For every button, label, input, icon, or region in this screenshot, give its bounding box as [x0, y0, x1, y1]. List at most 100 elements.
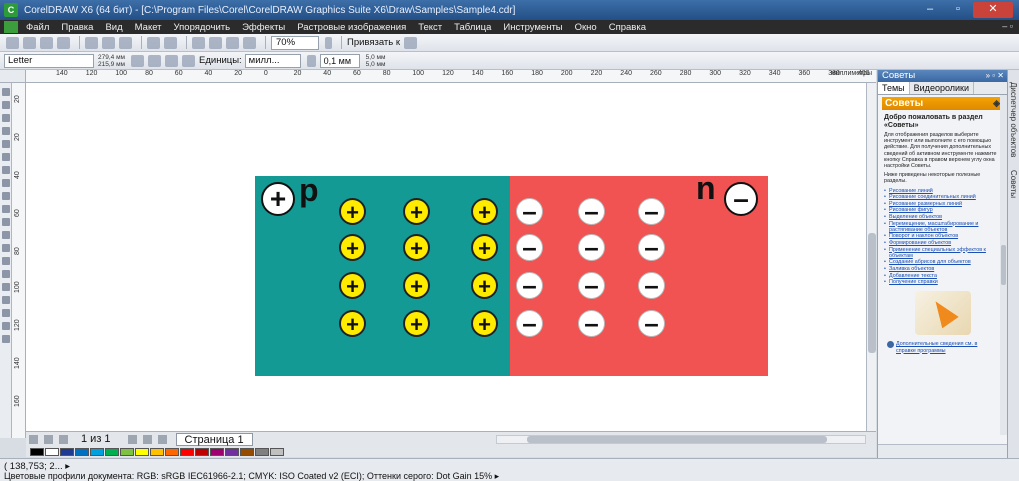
electron-minus-charge[interactable]: –: [578, 198, 605, 225]
crop-tool-icon[interactable]: [2, 114, 10, 122]
smart-fill-tool-icon[interactable]: [2, 153, 10, 161]
maximize-button[interactable]: ▫: [945, 2, 971, 18]
text-tool-icon[interactable]: [2, 218, 10, 226]
tip-link[interactable]: Формирование объектов: [884, 240, 1001, 246]
drawing-canvas[interactable]: + p + + + + + + + + + + + + n – – – – – – – – – – – – –: [26, 83, 876, 431]
welcome-screen-icon[interactable]: [243, 36, 256, 49]
electron-minus-charge[interactable]: –: [638, 234, 665, 261]
horizontal-ruler[interactable]: миллиметры 140 120 100 80 60 40 20 0 20 40 60 80 100…: [26, 70, 876, 83]
more-info-link[interactable]: Дополнительные сведения см. в справке пр…: [884, 341, 1001, 354]
docker-scroll-thumb[interactable]: [1001, 245, 1006, 285]
color-swatch[interactable]: [195, 447, 209, 456]
hole-plus-charge[interactable]: +: [403, 272, 430, 299]
document-window-controls[interactable]: – ▫: [1002, 21, 1013, 31]
color-swatch[interactable]: [225, 447, 239, 456]
page-width-field[interactable]: 279,4 мм: [98, 54, 125, 61]
vertical-scrollbar[interactable]: [866, 83, 876, 431]
table-tool-icon[interactable]: [2, 231, 10, 239]
app-launcher-icon[interactable]: [226, 36, 239, 49]
fill-tool-icon[interactable]: [2, 322, 10, 330]
tip-link[interactable]: Рисование фигур: [884, 207, 1001, 213]
hole-plus-charge[interactable]: +: [403, 310, 430, 337]
more-info-text[interactable]: Дополнительные сведения см. в справке пр…: [896, 341, 977, 353]
color-swatch[interactable]: [255, 447, 269, 456]
menu-bitmaps[interactable]: Растровые изображения: [297, 22, 406, 33]
freehand-tool-icon[interactable]: [2, 140, 10, 148]
tab-topics[interactable]: Темы: [878, 82, 910, 94]
tip-link[interactable]: Рисование линий: [884, 188, 1001, 194]
color-swatch[interactable]: [75, 447, 89, 456]
copy-icon[interactable]: [102, 36, 115, 49]
zoom-tool-icon[interactable]: [2, 127, 10, 135]
hole-plus-charge[interactable]: +: [471, 234, 498, 261]
previous-page-icon[interactable]: [59, 434, 68, 444]
polygon-tool-icon[interactable]: [2, 192, 10, 200]
document-icon[interactable]: [4, 21, 18, 33]
hole-plus-charge[interactable]: +: [339, 310, 366, 337]
menu-table[interactable]: Таблица: [454, 22, 491, 33]
first-page-icon[interactable]: [44, 434, 53, 444]
electron-minus-charge[interactable]: –: [516, 198, 543, 225]
menu-arrange[interactable]: Упорядочить: [174, 22, 231, 33]
next-page-icon[interactable]: [127, 434, 137, 444]
electron-minus-charge[interactable]: –: [516, 234, 543, 261]
minimize-button[interactable]: –: [917, 2, 943, 18]
electron-minus-charge[interactable]: –: [578, 310, 605, 337]
tip-link[interactable]: Перемещение, масштабирование и растягива…: [884, 221, 1001, 233]
connector-tool-icon[interactable]: [2, 257, 10, 265]
ellipse-tool-icon[interactable]: [2, 179, 10, 187]
color-swatch[interactable]: [165, 447, 179, 456]
color-swatch[interactable]: [90, 447, 104, 456]
add-page-icon[interactable]: [29, 434, 38, 444]
tip-link[interactable]: Рисование размерных линий: [884, 201, 1001, 207]
color-profiles-info[interactable]: Цветовые профили документа: RGB: sRGB IE…: [4, 471, 499, 481]
electron-minus-charge[interactable]: –: [638, 272, 665, 299]
units-select[interactable]: милл...: [244, 53, 301, 68]
hole-plus-charge[interactable]: +: [403, 198, 430, 225]
n-region[interactable]: n – – – – – – – – – – – – –: [510, 170, 768, 376]
paper-size-select[interactable]: Letter: [4, 53, 94, 68]
side-tab-tips[interactable]: Советы: [1009, 170, 1018, 198]
snap-to-dropdown[interactable]: Привязать к: [347, 37, 400, 48]
horizontal-scrollbar[interactable]: [496, 435, 866, 444]
save-icon[interactable]: [40, 36, 53, 49]
ruler-origin[interactable]: [0, 70, 26, 83]
menu-help[interactable]: Справка: [609, 22, 646, 33]
zoom-level-select[interactable]: 70%: [271, 35, 319, 50]
color-swatch[interactable]: [135, 447, 149, 456]
color-swatch[interactable]: [60, 447, 74, 456]
duplicate-y-field[interactable]: 5,0 мм: [366, 61, 386, 68]
menu-effects[interactable]: Эффекты: [242, 22, 285, 33]
menu-view[interactable]: Вид: [105, 22, 122, 33]
interactive-fill-tool-icon[interactable]: [2, 335, 10, 343]
horizontal-scroll-thumb[interactable]: [527, 436, 827, 443]
hole-plus-charge[interactable]: +: [339, 234, 366, 261]
rectangle-tool-icon[interactable]: [2, 166, 10, 174]
options-icon[interactable]: [404, 36, 418, 49]
color-swatch[interactable]: [240, 447, 254, 456]
current-page-icon[interactable]: [182, 54, 196, 67]
side-tab-object-manager[interactable]: Диспетчер объектов: [1009, 82, 1018, 157]
color-swatch[interactable]: [105, 447, 119, 456]
paste-icon[interactable]: [119, 36, 132, 49]
export-icon[interactable]: [209, 36, 222, 49]
color-swatch[interactable]: [150, 447, 164, 456]
pick-tool-icon[interactable]: [2, 88, 10, 96]
close-button[interactable]: ✕: [973, 2, 1013, 18]
hole-plus-charge[interactable]: +: [471, 198, 498, 225]
duplicate-x-field[interactable]: 5,0 мм: [366, 54, 386, 61]
tip-link[interactable]: Применение специальных эффектов к объект…: [884, 247, 1001, 259]
color-swatch[interactable]: [210, 447, 224, 456]
hole-plus-charge[interactable]: +: [403, 234, 430, 261]
transparency-tool-icon[interactable]: [2, 283, 10, 291]
tip-link[interactable]: Получение справки: [884, 279, 1001, 285]
open-icon[interactable]: [23, 36, 36, 49]
landscape-icon[interactable]: [148, 54, 162, 67]
print-icon[interactable]: [57, 36, 70, 49]
undo-icon[interactable]: [147, 36, 160, 49]
blend-tool-icon[interactable]: [2, 270, 10, 278]
tip-link[interactable]: Добавление текста: [884, 273, 1001, 279]
menu-layout[interactable]: Макет: [135, 22, 162, 33]
basic-shapes-tool-icon[interactable]: [2, 205, 10, 213]
hole-plus-charge[interactable]: +: [471, 310, 498, 337]
